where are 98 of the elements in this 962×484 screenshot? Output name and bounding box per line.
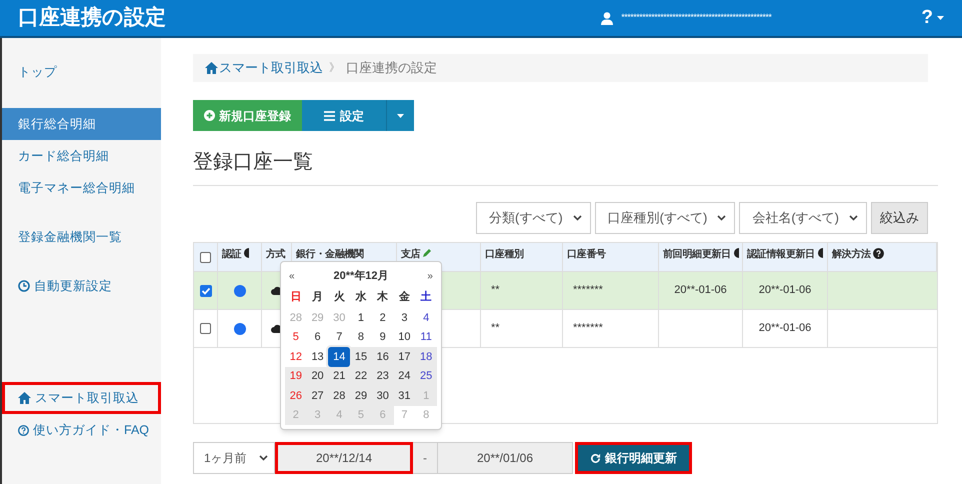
table-cell-text: **	[491, 283, 500, 298]
caret-icon	[849, 215, 858, 221]
sidebar-item[interactable]: 自動更新設定	[2, 270, 161, 302]
column-header: 解決方法	[832, 247, 871, 262]
calendar-day[interactable]: 21	[328, 366, 350, 386]
table-cell-text: 20**-01-06	[674, 283, 727, 298]
calendar-day[interactable]: 17	[394, 347, 416, 366]
caret-icon	[572, 215, 582, 221]
calendar-day[interactable]: 22	[350, 366, 372, 386]
pencil-icon	[422, 248, 432, 258]
column-header: 認証	[222, 248, 242, 262]
weekday-label: 月	[311, 290, 324, 305]
calendar-day[interactable]: 31	[394, 386, 416, 406]
weekday-label: 木	[376, 290, 390, 305]
help-icon	[872, 248, 884, 259]
calendar-day[interactable]: 12	[285, 347, 307, 366]
window-title: 口座連携の設定	[18, 4, 166, 32]
calendar-day[interactable]: 30	[372, 386, 394, 406]
breadcrumb-link[interactable]: スマート取引取込	[205, 58, 323, 78]
menu-icon	[324, 110, 335, 120]
select-all-checkbox[interactable]	[200, 252, 211, 262]
sidebar-item[interactable]: 銀行総合明細	[2, 108, 161, 140]
caret-icon	[937, 16, 944, 20]
table-cell-text: *******	[573, 321, 603, 336]
calendar-day[interactable]: 24	[394, 366, 416, 386]
sidebar-item[interactable]: スマート取引取込	[2, 382, 161, 414]
column-header: 支店	[401, 247, 420, 262]
calendar-day[interactable]: 9	[372, 328, 394, 347]
column-header: 方式	[266, 247, 286, 262]
calendar-day[interactable]: 16	[372, 347, 394, 366]
caret-icon	[397, 114, 404, 118]
end-date-field[interactable]: 20**/01/06	[437, 442, 573, 474]
column-header: 銀行・金融機関	[296, 248, 364, 262]
calendar-day[interactable]: 13	[306, 347, 328, 366]
sidebar-item[interactable]: トップ	[2, 56, 161, 88]
table-cell-text: *******	[573, 283, 603, 298]
calendar-day[interactable]: 7	[328, 328, 350, 347]
calendar-day[interactable]: 19	[285, 366, 307, 386]
column-header: 認証情報更新日	[747, 247, 815, 262]
home-icon	[205, 62, 218, 74]
section-heading: 登録口座一覧	[193, 151, 313, 173]
weekday-label: 金	[398, 290, 411, 305]
breadcrumb-current: 口座連携の設定	[346, 59, 437, 78]
breadcrumb-separator: 》	[329, 60, 340, 76]
calendar-day[interactable]: 25	[415, 366, 437, 386]
calendar-day[interactable]: 29	[350, 386, 372, 406]
filter-select[interactable]: 口座種別(すべて)	[594, 202, 736, 234]
calendar-day[interactable]: 14	[328, 347, 350, 366]
calendar-day[interactable]: 10	[394, 328, 416, 347]
refresh-icon	[590, 452, 601, 464]
filter-select[interactable]: 会社名(すべて)	[739, 202, 867, 234]
weekday-label: 日	[289, 290, 302, 305]
calendar-day[interactable]: 27	[306, 386, 328, 406]
calendar-day[interactable]: 3	[394, 308, 416, 328]
calendar-day[interactable]: 28	[328, 386, 350, 406]
row-checkbox[interactable]	[200, 284, 212, 296]
sidebar-item[interactable]: 電子マネー総合明細	[2, 172, 161, 204]
calendar-day[interactable]: 2	[372, 308, 394, 328]
calendar-day[interactable]: 6	[306, 328, 328, 347]
calendar-day[interactable]: 18	[415, 347, 437, 366]
plus-circle-icon	[204, 110, 215, 121]
calendar-day[interactable]: 11	[415, 328, 437, 347]
help-menu[interactable]: ?	[921, 4, 944, 32]
home-icon	[18, 392, 31, 404]
table-cell-text: **	[491, 321, 500, 336]
calendar-day[interactable]: 5	[285, 328, 307, 347]
calendar-day[interactable]: 26	[285, 386, 307, 406]
column-header: 口座種別	[485, 247, 524, 262]
filter-select[interactable]: 分類(すべて)	[476, 202, 591, 234]
weekday-label: 土	[420, 290, 433, 305]
settings-button[interactable]: 設定	[302, 100, 386, 131]
column-header: 口座番号	[567, 247, 606, 262]
calendar-day[interactable]: 4	[415, 308, 437, 328]
table-cell-text: 20**-01-06	[758, 321, 812, 336]
user-icon	[601, 12, 614, 24]
weekday-label: 火	[332, 290, 346, 305]
column-header: 前回明細更新日	[663, 247, 731, 262]
calendar-day[interactable]: 1	[350, 308, 372, 328]
start-date-field[interactable]: 20**/12/14	[275, 442, 413, 474]
sidebar-item[interactable]: 使い方ガイド・FAQ	[2, 414, 161, 446]
row-checkbox[interactable]	[200, 323, 211, 334]
calendar-day[interactable]: 20	[306, 366, 328, 386]
calendar-day[interactable]: 8	[350, 328, 372, 347]
weekday-label: 水	[354, 290, 368, 305]
help-icon	[18, 424, 29, 436]
table-cell-text: 20**-01-06	[758, 283, 812, 298]
caret-icon	[259, 455, 268, 461]
caret-icon	[717, 215, 726, 221]
update-statements-button[interactable]: 銀行明細更新	[575, 442, 692, 474]
sidebar-item[interactable]: カード総合明細	[2, 140, 161, 172]
date-separator: -	[413, 442, 437, 474]
filter-button[interactable]: 絞込み	[871, 202, 928, 234]
calendar-day[interactable]: 15	[350, 347, 372, 366]
period-select[interactable]: 1ヶ月前	[193, 442, 275, 474]
user-name[interactable]: **************************************************	[621, 11, 772, 25]
calendar-day[interactable]: 23	[372, 366, 394, 386]
sidebar-item[interactable]: 登録金融機関一覧	[2, 221, 161, 253]
clock-icon	[18, 280, 30, 292]
